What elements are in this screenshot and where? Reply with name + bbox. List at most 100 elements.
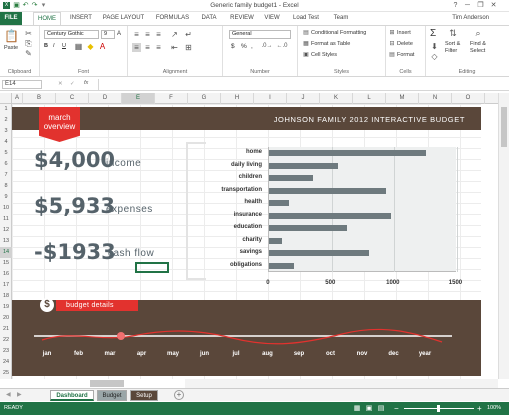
format-painter-icon[interactable]: ✎ xyxy=(24,49,33,58)
month-button-sep[interactable]: sep xyxy=(287,351,311,357)
font-name-select[interactable]: Century Gothic xyxy=(44,30,99,39)
column-header-i[interactable]: I xyxy=(254,93,287,104)
tab-formulas[interactable]: FORMULAS xyxy=(154,12,191,25)
align-left-icon[interactable]: ≡ xyxy=(132,43,141,52)
dashboard-sheet[interactable]: JOHNSON FAMILY 2012 INTERACTIVE BUDGET m… xyxy=(12,104,481,379)
insert-button[interactable]: Insert xyxy=(397,30,411,36)
row-header-11[interactable]: 11 xyxy=(0,214,12,225)
sort-filter-button[interactable]: Sort & xyxy=(445,41,460,47)
borders-icon[interactable]: ▦ xyxy=(74,42,83,51)
format-button[interactable]: Format xyxy=(397,52,414,58)
tab-view[interactable]: VIEW xyxy=(262,12,282,25)
align-center-icon[interactable]: ≡ xyxy=(143,43,152,52)
month-button-apr[interactable]: apr xyxy=(130,351,154,357)
row-header-2[interactable]: 2 xyxy=(0,115,12,126)
find-select-button[interactable]: Find & xyxy=(470,41,486,47)
row-header-25[interactable]: 25 xyxy=(0,368,12,379)
italic-button[interactable]: I xyxy=(53,43,55,49)
sheet-tab-budget[interactable]: Budget xyxy=(97,390,127,401)
indent-icon[interactable]: ⇤ xyxy=(170,43,179,52)
increase-decimal-icon[interactable]: .0→ xyxy=(261,42,273,51)
column-header-e[interactable]: E xyxy=(122,93,155,104)
select-all-corner[interactable] xyxy=(0,93,12,104)
row-header-22[interactable]: 22 xyxy=(0,335,12,346)
orientation-icon[interactable]: ↗ xyxy=(170,30,179,39)
row-header-13[interactable]: 13 xyxy=(0,236,12,247)
sheet-tab-dashboard[interactable]: Dashboard xyxy=(50,390,94,401)
tab-data[interactable]: DATA xyxy=(198,12,220,25)
horizontal-scrollbar[interactable] xyxy=(90,379,498,388)
sheet-tab-setup[interactable]: Setup xyxy=(130,390,158,401)
month-button-oct[interactable]: oct xyxy=(319,351,343,357)
cell-styles-button[interactable]: Cell Styles xyxy=(311,52,337,58)
comma-button[interactable]: , xyxy=(251,43,253,50)
close-button[interactable]: ✕ xyxy=(488,1,499,10)
row-header-6[interactable]: 6 xyxy=(0,159,12,170)
normal-view-icon[interactable]: ▦ xyxy=(353,404,361,413)
column-header-d[interactable]: D xyxy=(89,93,122,104)
restore-button[interactable]: ❐ xyxy=(475,1,486,10)
zoom-slider[interactable] xyxy=(404,405,474,412)
scroll-tabs-right-icon[interactable]: ▶ xyxy=(17,391,22,398)
scroll-tabs-left-icon[interactable]: ◀ xyxy=(6,391,11,398)
row-header-16[interactable]: 16 xyxy=(0,269,12,280)
column-header-h[interactable]: H xyxy=(221,93,254,104)
align-top-icon[interactable]: ≡ xyxy=(132,30,141,39)
month-button-mar[interactable]: mar xyxy=(98,351,122,357)
tab-team[interactable]: Team xyxy=(330,12,352,25)
row-header-24[interactable]: 24 xyxy=(0,357,12,368)
month-button-jan[interactable]: jan xyxy=(35,351,59,357)
formula-input[interactable] xyxy=(98,79,506,90)
copy-icon[interactable]: ⎘ xyxy=(24,39,33,48)
row-header-15[interactable]: 15 xyxy=(0,258,12,269)
column-header-m[interactable]: M xyxy=(386,93,419,104)
row-header-17[interactable]: 17 xyxy=(0,280,12,291)
selected-month-marker[interactable] xyxy=(117,332,125,340)
minimize-button[interactable]: ─ xyxy=(462,1,473,10)
vertical-scroll-thumb[interactable] xyxy=(501,107,507,147)
merge-center-icon[interactable]: ⊞ xyxy=(184,43,193,52)
wrap-text-icon[interactable]: ↵ xyxy=(184,30,193,39)
grow-font-button[interactable]: A xyxy=(117,31,121,37)
paste-button[interactable]: Paste xyxy=(4,45,18,51)
row-header-1[interactable]: 1 xyxy=(0,104,12,115)
conditional-formatting-button[interactable]: Conditional Formatting xyxy=(311,30,366,36)
align-middle-icon[interactable]: ≡ xyxy=(143,30,152,39)
bold-button[interactable]: B xyxy=(44,43,48,49)
month-button-feb[interactable]: feb xyxy=(67,351,91,357)
tab-insert[interactable]: INSERT xyxy=(67,12,95,25)
row-header-7[interactable]: 7 xyxy=(0,170,12,181)
fill-icon[interactable]: ⬇ xyxy=(430,42,439,51)
row-header-5[interactable]: 5 xyxy=(0,148,12,159)
month-button-jun[interactable]: jun xyxy=(193,351,217,357)
horizontal-scroll-thumb[interactable] xyxy=(90,380,124,387)
zoom-slider-thumb[interactable] xyxy=(437,405,440,412)
row-header-10[interactable]: 10 xyxy=(0,203,12,214)
month-button-jul[interactable]: jul xyxy=(224,351,248,357)
row-header-4[interactable]: 4 xyxy=(0,137,12,148)
page-break-view-icon[interactable]: ▤ xyxy=(377,404,385,413)
row-header-8[interactable]: 8 xyxy=(0,181,12,192)
new-sheet-button[interactable]: + xyxy=(174,390,184,400)
row-header-9[interactable]: 9 xyxy=(0,192,12,203)
percent-button[interactable]: % xyxy=(241,43,247,50)
column-header-b[interactable]: B xyxy=(23,93,56,104)
column-header-c[interactable]: C xyxy=(56,93,89,104)
cut-icon[interactable]: ✂ xyxy=(24,29,33,38)
align-right-icon[interactable]: ≡ xyxy=(154,43,163,52)
tab-review[interactable]: REVIEW xyxy=(228,12,256,25)
delete-button[interactable]: Delete xyxy=(397,41,413,47)
enter-entry-button[interactable]: ✓ xyxy=(70,81,75,87)
fill-color-icon[interactable]: ◆ xyxy=(86,42,95,51)
month-button-year[interactable]: year xyxy=(413,351,437,357)
column-header-l[interactable]: L xyxy=(353,93,386,104)
zoom-level[interactable]: 100% xyxy=(487,405,501,411)
month-button-dec[interactable]: dec xyxy=(382,351,406,357)
currency-button[interactable]: $ xyxy=(231,43,235,50)
vertical-scrollbar[interactable] xyxy=(498,93,509,379)
format-as-table-button[interactable]: Format as Table xyxy=(311,41,350,47)
decrease-decimal-icon[interactable]: ←.0 xyxy=(276,42,288,51)
column-header-a[interactable]: A xyxy=(12,93,23,104)
page-layout-view-icon[interactable]: ▣ xyxy=(365,404,373,413)
font-color-icon[interactable]: A xyxy=(98,42,107,51)
